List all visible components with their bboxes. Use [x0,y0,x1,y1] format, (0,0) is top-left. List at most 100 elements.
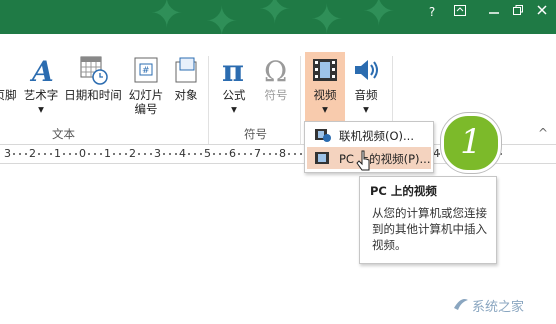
slide-number-label: 幻灯片 [128,88,164,102]
calendar-icon [80,56,108,85]
ruler-tick [144,153,146,155]
ruler-tick [225,153,227,155]
pc-video-icon [315,152,329,164]
ruler-tick [300,153,302,155]
ruler-tick [194,153,196,155]
minimize-icon[interactable] [484,4,504,20]
ruler-tick [188,153,190,155]
menu-item-online-video[interactable]: 联机视频(O)... [307,124,431,146]
restore-icon[interactable] [508,4,528,20]
film-icon [313,59,337,81]
tooltip-body: 从您的计算机或您连接到的其他计算机中插入视频。 [372,206,487,252]
ruler-tick [19,153,21,155]
ruler-tick [150,153,152,155]
ruler-tick [50,153,52,155]
ruler-tick [100,153,102,155]
tooltip: PC 上的视频 从您的计算机或您连接到的其他计算机中插入视频。 [359,176,497,264]
chevron-down-icon: ▾ [38,102,44,116]
wordart-button[interactable]: A 艺术字 ▾ [20,54,62,124]
pi-icon: π [222,54,244,86]
ruler-tick [200,153,202,155]
ruler-number: 0 [79,147,86,160]
video-button[interactable]: 视频 ▾ [305,52,345,124]
menu-item-label: PC 上的视频(P)... [339,152,431,166]
svg-text:Ω: Ω [264,55,287,86]
svg-text:#: # [142,66,150,76]
ruler-tick [288,153,290,155]
ruler-tick [13,153,15,155]
ruler-number: 6 [229,147,236,160]
footer-label: 页脚 [0,88,17,102]
ruler-tick [163,153,165,155]
collapse-ribbon-icon[interactable]: ^ [538,126,548,140]
ruler-tick [94,153,96,155]
ruler-number: 4 [179,147,186,160]
decorative-star: ✦ [258,0,292,33]
ruler-tick [500,153,502,155]
wordart-label: 艺术字 [23,88,59,102]
ruler-tick [119,153,121,155]
ruler-number: 5 [204,147,211,160]
ruler-tick [69,153,71,155]
ribbon-display-options-icon[interactable] [450,4,470,20]
title-bar: ✦ ✦ ✦ ✦ ✦ ? [0,0,556,34]
ruler-tick [113,153,115,155]
ruler-tick [169,153,171,155]
ruler-tick [244,153,246,155]
ruler-tick [63,153,65,155]
watermark-logo-icon [454,299,468,310]
ruler-tick [25,153,27,155]
video-label: 视频 [313,88,337,102]
ruler-number: 3 [4,147,11,160]
object-button[interactable]: 对象 [168,54,204,124]
symbol-label: 符号 [264,88,288,102]
equation-button[interactable]: π 公式 ▾ [216,54,252,124]
group-separator [208,56,209,144]
ruler-number: 2 [129,147,136,160]
ruler-number: 3 [154,147,161,160]
ruler-tick [250,153,252,155]
equation-label: 公式 [222,88,246,102]
audio-label: 音频 [354,88,378,102]
ruler-number: 1 [104,147,111,160]
slide-number-icon: # [134,57,158,83]
ruler-number: 1 [54,147,61,160]
ruler-tick [125,153,127,155]
ruler-tick [88,153,90,155]
ruler-tick [238,153,240,155]
decorative-star: ✦ [205,0,239,34]
ruler-tick [219,153,221,155]
ruler-tick [213,153,215,155]
object-label: 对象 [174,88,198,102]
wordart-icon: A [29,55,54,86]
footer-button[interactable]: 页脚 [0,54,18,124]
ruler-tick [75,153,77,155]
help-button[interactable]: ? [422,4,442,20]
slide-number-button[interactable]: # 幻灯片 编号 [126,54,166,124]
svg-text:A: A [29,55,54,86]
close-icon[interactable] [532,4,552,20]
ruler-number: 8 [279,147,286,160]
ruler-tick [275,153,277,155]
audio-button[interactable]: 音频 ▾ [348,54,384,124]
ruler-tick [175,153,177,155]
ruler-tick [269,153,271,155]
svg-text:π: π [222,54,244,86]
symbol-button[interactable]: Ω 符号 [258,54,294,124]
menu-item-label: 联机视频(O)... [339,129,414,143]
online-video-icon [315,129,331,142]
decorative-star: ✦ [150,0,184,34]
group-label-text: 文本 [52,127,75,141]
decorative-star: ✦ [310,0,344,34]
chevron-down-icon: ▾ [322,102,328,116]
chevron-down-icon: ▾ [363,102,369,116]
omega-icon: Ω [264,55,287,86]
decorative-star: ✦ [362,0,396,34]
tooltip-title: PC 上的视频 [370,184,437,198]
ruler-tick [294,153,296,155]
speaker-icon [355,60,378,80]
watermark-text: 系统之家 [472,300,525,315]
mouse-pointer-icon [356,150,370,171]
ruler-tick [263,153,265,155]
date-time-button[interactable]: 日期和时间 [62,54,124,124]
